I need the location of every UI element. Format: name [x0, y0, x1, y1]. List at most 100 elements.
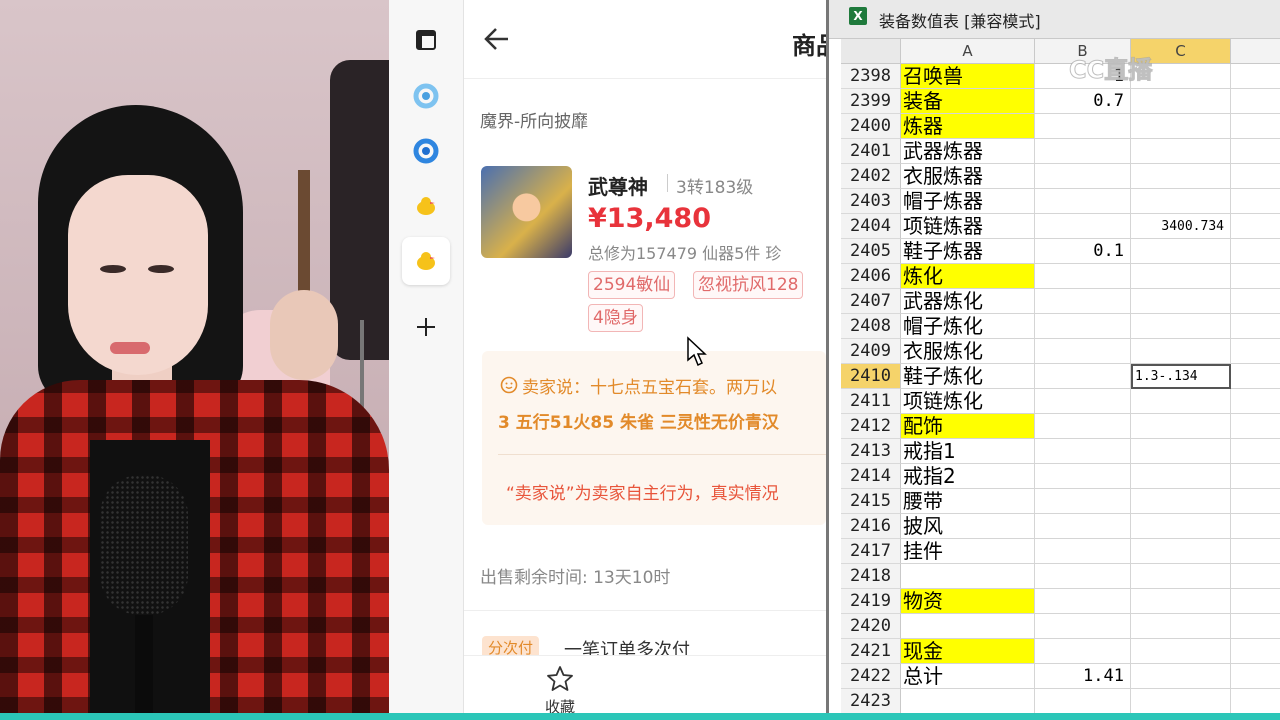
cell-a[interactable]: 武器炼化: [901, 289, 1035, 314]
cell-c[interactable]: [1131, 289, 1231, 314]
cell-a[interactable]: 鞋子炼器: [901, 239, 1035, 264]
cell-a[interactable]: 炼化: [901, 264, 1035, 289]
row-header[interactable]: 2412: [841, 414, 901, 439]
row-header[interactable]: 2423: [841, 689, 901, 713]
row-header[interactable]: 2404: [841, 214, 901, 239]
cell-a[interactable]: 装备: [901, 89, 1035, 114]
cell-c[interactable]: [1131, 164, 1231, 189]
cell-b[interactable]: [1035, 339, 1131, 364]
cell-a[interactable]: 炼器: [901, 114, 1035, 139]
cell-c[interactable]: [1131, 564, 1231, 589]
cell-a[interactable]: 物资: [901, 589, 1035, 614]
cell-c[interactable]: [1131, 589, 1231, 614]
sidebar-chick-tab-2[interactable]: [402, 237, 450, 285]
cell-c[interactable]: [1131, 139, 1231, 164]
cell-d[interactable]: [1231, 489, 1280, 514]
cell-b[interactable]: [1035, 139, 1131, 164]
cell-b[interactable]: [1035, 589, 1131, 614]
cell-b[interactable]: 0.1: [1035, 239, 1131, 264]
cell-c[interactable]: [1131, 464, 1231, 489]
cell-c[interactable]: [1131, 114, 1231, 139]
cell-b[interactable]: [1035, 464, 1131, 489]
cell-c[interactable]: [1131, 439, 1231, 464]
cell-b[interactable]: [1035, 539, 1131, 564]
cell-d[interactable]: [1231, 364, 1280, 389]
cell-b[interactable]: [1035, 614, 1131, 639]
row-header[interactable]: 2417: [841, 539, 901, 564]
row-header[interactable]: 2406: [841, 264, 901, 289]
cell-c[interactable]: 3400.734: [1131, 214, 1231, 239]
row-header[interactable]: 2416: [841, 514, 901, 539]
column-header-d[interactable]: [1231, 39, 1280, 64]
row-header[interactable]: 2421: [841, 639, 901, 664]
cell-b[interactable]: [1035, 414, 1131, 439]
cell-b[interactable]: [1035, 289, 1131, 314]
row-header[interactable]: 2418: [841, 564, 901, 589]
cell-c[interactable]: [1131, 189, 1231, 214]
row-header[interactable]: 2408: [841, 314, 901, 339]
row-header[interactable]: 2413: [841, 439, 901, 464]
row-header[interactable]: 2410: [841, 364, 901, 389]
cell-d[interactable]: [1231, 339, 1280, 364]
cell-d[interactable]: [1231, 589, 1280, 614]
cell-c[interactable]: [1131, 389, 1231, 414]
column-header-a[interactable]: A: [901, 39, 1035, 64]
cell-b[interactable]: [1035, 489, 1131, 514]
cell-c[interactable]: [1131, 264, 1231, 289]
select-all-corner[interactable]: [841, 39, 901, 64]
cell-a[interactable]: 项链炼器: [901, 214, 1035, 239]
cell-d[interactable]: [1231, 64, 1280, 89]
character-thumbnail[interactable]: [481, 166, 572, 258]
row-header[interactable]: 2400: [841, 114, 901, 139]
cell-d[interactable]: [1231, 139, 1280, 164]
cell-b[interactable]: [1035, 114, 1131, 139]
cell-a[interactable]: 武器炼器: [901, 139, 1035, 164]
row-header[interactable]: 2402: [841, 164, 901, 189]
cell-b[interactable]: [1035, 639, 1131, 664]
cell-d[interactable]: [1231, 389, 1280, 414]
cell-d[interactable]: [1231, 414, 1280, 439]
sidebar-tab-panel-button[interactable]: [402, 16, 450, 64]
cell-d[interactable]: [1231, 564, 1280, 589]
cell-c[interactable]: [1131, 89, 1231, 114]
cell-a[interactable]: 披风: [901, 514, 1035, 539]
cell-d[interactable]: [1231, 614, 1280, 639]
sidebar-game-tab-2[interactable]: [402, 127, 450, 175]
cell-a[interactable]: 配饰: [901, 414, 1035, 439]
cell-c[interactable]: [1131, 489, 1231, 514]
row-header[interactable]: 2411: [841, 389, 901, 414]
cell-b[interactable]: [1035, 214, 1131, 239]
row-header[interactable]: 2407: [841, 289, 901, 314]
cell-d[interactable]: [1231, 689, 1280, 713]
cell-d[interactable]: [1231, 514, 1280, 539]
cell-a[interactable]: 总计: [901, 664, 1035, 689]
row-header[interactable]: 2422: [841, 664, 901, 689]
row-header[interactable]: 2401: [841, 139, 901, 164]
cell-d[interactable]: [1231, 539, 1280, 564]
cell-d[interactable]: [1231, 639, 1280, 664]
cell-b[interactable]: [1035, 364, 1131, 389]
cell-b[interactable]: [1035, 264, 1131, 289]
cell-c[interactable]: [1131, 639, 1231, 664]
row-header[interactable]: 2398: [841, 64, 901, 89]
cell-d[interactable]: [1231, 664, 1280, 689]
cell-b[interactable]: [1035, 439, 1131, 464]
cell-c[interactable]: [1131, 539, 1231, 564]
cell-a[interactable]: [901, 614, 1035, 639]
cell-a[interactable]: 衣服炼化: [901, 339, 1035, 364]
cell-c[interactable]: [1131, 614, 1231, 639]
cell-c[interactable]: [1131, 339, 1231, 364]
row-header[interactable]: 2399: [841, 89, 901, 114]
cell-d[interactable]: [1231, 464, 1280, 489]
row-header[interactable]: 2415: [841, 489, 901, 514]
cell-a[interactable]: 戒指1: [901, 439, 1035, 464]
cell-a[interactable]: 帽子炼器: [901, 189, 1035, 214]
cell-d[interactable]: [1231, 439, 1280, 464]
cell-c[interactable]: [1131, 414, 1231, 439]
sidebar-add-tab-button[interactable]: [402, 303, 450, 351]
cell-a[interactable]: 帽子炼化: [901, 314, 1035, 339]
row-header[interactable]: 2420: [841, 614, 901, 639]
cell-a[interactable]: 召唤兽: [901, 64, 1035, 89]
cell-d[interactable]: [1231, 264, 1280, 289]
cell-c[interactable]: [1131, 664, 1231, 689]
